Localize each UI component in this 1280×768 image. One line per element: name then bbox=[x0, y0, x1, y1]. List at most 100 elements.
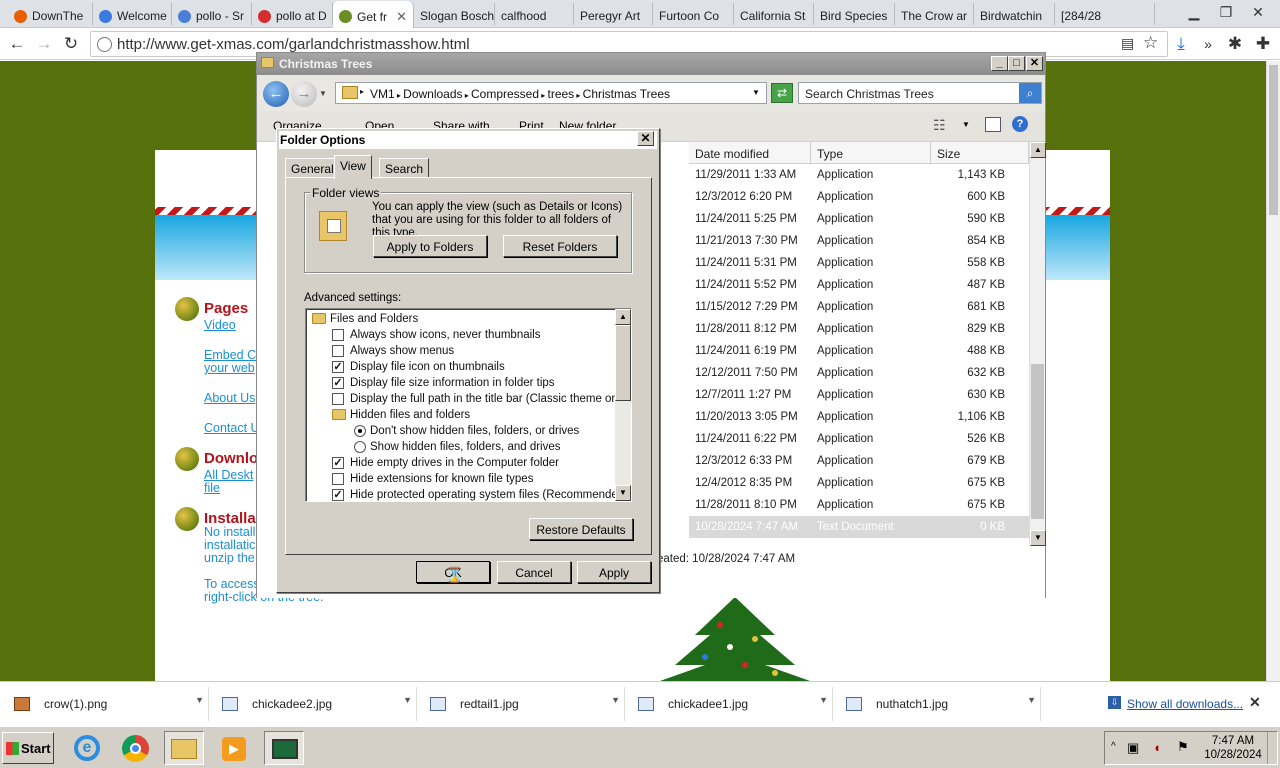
close-tab-icon[interactable]: ✕ bbox=[396, 9, 407, 25]
download-item[interactable]: chickadee1.jpg ▼ bbox=[628, 687, 833, 721]
browser-tab[interactable]: Get fr ✕ bbox=[333, 1, 414, 28]
search-input[interactable]: Search Christmas Trees ⌕ bbox=[798, 82, 1042, 104]
show-all-downloads-link[interactable]: Show all downloads... bbox=[1127, 697, 1243, 711]
file-row[interactable]: 11/24/2011 6:19 PM Application 488 KB bbox=[689, 340, 1029, 362]
forward-arrow-icon[interactable]: → bbox=[291, 81, 317, 107]
browser-tab[interactable]: pollo - Sr bbox=[172, 3, 252, 25]
file-row[interactable]: 11/28/2011 8:10 PM Application 675 KB bbox=[689, 494, 1029, 516]
reload-icon[interactable]: ↻ bbox=[60, 33, 82, 55]
browser-tab[interactable]: pollo at D bbox=[252, 3, 333, 25]
clock-time[interactable]: 7:47 AM bbox=[1205, 735, 1261, 747]
radio-unselected[interactable] bbox=[354, 441, 366, 453]
advanced-settings-scrollbar[interactable]: ▲ ▼ bbox=[615, 309, 631, 501]
about-us-link[interactable]: About Us bbox=[204, 392, 255, 405]
forward-arrow-icon[interactable]: → bbox=[33, 33, 55, 55]
cancel-button[interactable]: Cancel bbox=[497, 561, 571, 583]
search-icon[interactable]: ⌕ bbox=[1019, 83, 1041, 103]
file-row[interactable]: 11/24/2011 6:22 PM Application 526 KB bbox=[689, 428, 1029, 450]
explorer-title-bar[interactable]: Christmas Trees bbox=[257, 53, 1045, 75]
clock-date[interactable]: 10/28/2024 bbox=[1201, 749, 1265, 761]
chevron-down-icon[interactable]: ▼ bbox=[752, 88, 760, 97]
restore-defaults-button[interactable]: Restore Defaults bbox=[529, 518, 633, 540]
christmas-tree-image[interactable] bbox=[635, 595, 835, 681]
media-player-icon[interactable]: ▶ bbox=[214, 731, 254, 765]
settings-checkbox-option[interactable]: Display the full path in the title bar (… bbox=[306, 392, 630, 408]
internet-explorer-icon[interactable]: e bbox=[68, 731, 108, 765]
checkbox-unchecked[interactable] bbox=[332, 473, 344, 485]
file-row[interactable]: 12/4/2012 8:35 PM Application 675 KB bbox=[689, 472, 1029, 494]
download-menu-chevron-icon[interactable]: ▼ bbox=[403, 695, 412, 705]
download-item[interactable]: redtail1.jpg ▼ bbox=[420, 687, 625, 721]
extension-icon[interactable]: ✚ bbox=[1252, 33, 1274, 55]
checkbox-unchecked[interactable] bbox=[332, 329, 344, 341]
browser-tab[interactable]: Peregyr Art bbox=[574, 3, 653, 25]
scroll-up-button[interactable]: ▲ bbox=[1030, 142, 1046, 158]
chevron-right-icon[interactable]: ▸ bbox=[574, 91, 582, 100]
maximize-button[interactable]: □ bbox=[1008, 56, 1025, 71]
minimize-button[interactable]: _ bbox=[991, 56, 1008, 71]
file-row[interactable]: 12/12/2011 7:50 PM Application 632 KB bbox=[689, 362, 1029, 384]
page-scrollbar[interactable] bbox=[1266, 61, 1280, 681]
settings-checkbox-option[interactable]: ✓ Hide protected operating system files (… bbox=[306, 488, 628, 501]
download-item[interactable]: crow(1).png ▼ bbox=[4, 687, 209, 721]
breadcrumb-item[interactable]: Downloads bbox=[403, 87, 462, 101]
download-icon[interactable]: ⤓ bbox=[1170, 33, 1192, 55]
settings-checkbox-option[interactable]: ✓ Hide empty drives in the Computer folde… bbox=[306, 456, 616, 472]
checkbox-unchecked[interactable] bbox=[332, 345, 344, 357]
download-menu-chevron-icon[interactable]: ▼ bbox=[1027, 695, 1036, 705]
back-arrow-icon[interactable]: ← bbox=[6, 33, 28, 55]
file-row[interactable]: 11/24/2011 5:25 PM Application 590 KB bbox=[689, 208, 1029, 230]
chrome-icon[interactable] bbox=[116, 731, 156, 765]
recent-pages-chevron-icon[interactable]: ▼ bbox=[319, 89, 327, 98]
settings-radio-option[interactable]: Don't show hidden files, folders, or dri… bbox=[306, 424, 616, 440]
settings-checkbox-option[interactable]: ✓ Display file icon on thumbnails bbox=[306, 360, 616, 376]
show-hidden-icons-chevron-icon[interactable]: ^ bbox=[1111, 741, 1116, 752]
close-button[interactable]: ✕ bbox=[1026, 56, 1043, 71]
settings-checkbox-option[interactable]: Always show menus bbox=[306, 344, 616, 360]
breadcrumb-item[interactable]: Christmas Trees bbox=[583, 87, 670, 101]
scroll-up-button[interactable]: ▲ bbox=[615, 309, 631, 325]
breadcrumb[interactable]: ▸ VM1 ▸ Downloads ▸ Compressed ▸ trees ▸… bbox=[335, 82, 767, 104]
file-row[interactable]: 11/24/2011 5:31 PM Application 558 KB bbox=[689, 252, 1029, 274]
close-downloads-bar-icon[interactable]: ✕ bbox=[1249, 694, 1261, 711]
extensions-puzzle-icon[interactable]: ✱ bbox=[1224, 33, 1246, 55]
browser-tab[interactable]: DownThe bbox=[8, 3, 93, 25]
dialog-close-button[interactable]: ✕ bbox=[637, 131, 654, 146]
remote-desktop-icon[interactable] bbox=[264, 731, 304, 765]
more-chevron-icon[interactable]: » bbox=[1197, 33, 1219, 55]
checkbox-checked[interactable]: ✓ bbox=[332, 489, 344, 501]
browser-tab[interactable]: calfhood bbox=[495, 3, 574, 25]
refresh-icon[interactable]: ⇄ bbox=[771, 83, 793, 103]
view-options-icon[interactable]: ☷ bbox=[933, 117, 946, 134]
settings-checkbox-option[interactable]: ✓ Display file size information in folder… bbox=[306, 376, 616, 392]
embed-link-line2[interactable]: your web bbox=[204, 362, 255, 375]
column-date-modified[interactable]: Date modified bbox=[689, 142, 811, 164]
file-explorer-icon[interactable] bbox=[164, 731, 204, 765]
file-link[interactable]: file bbox=[204, 482, 220, 495]
bookmark-star-icon[interactable]: ☆ bbox=[1143, 33, 1158, 53]
file-row[interactable]: 11/28/2011 8:12 PM Application 829 KB bbox=[689, 318, 1029, 340]
file-row[interactable]: 12/3/2012 6:33 PM Application 679 KB bbox=[689, 450, 1029, 472]
checkbox-checked[interactable]: ✓ bbox=[332, 377, 344, 389]
chevron-right-icon[interactable]: ▸ bbox=[539, 91, 547, 100]
file-row[interactable]: 11/24/2011 5:52 PM Application 487 KB bbox=[689, 274, 1029, 296]
close-window-button[interactable]: ✕ bbox=[1242, 0, 1274, 26]
download-menu-chevron-icon[interactable]: ▼ bbox=[611, 695, 620, 705]
breadcrumb-item[interactable]: trees bbox=[548, 87, 575, 101]
settings-checkbox-option[interactable]: Hide extensions for known file types bbox=[306, 472, 616, 488]
browser-tab[interactable]: California St bbox=[734, 3, 814, 25]
contact-link[interactable]: Contact U bbox=[204, 422, 260, 435]
column-type[interactable]: Type bbox=[811, 142, 931, 164]
back-arrow-icon[interactable]: ← bbox=[263, 81, 289, 107]
download-item[interactable]: chickadee2.jpg ▼ bbox=[212, 687, 417, 721]
page-info-icon[interactable] bbox=[97, 37, 112, 52]
checkbox-unchecked[interactable] bbox=[332, 393, 344, 405]
chevron-down-icon[interactable]: ▼ bbox=[962, 120, 970, 129]
apply-to-folders-button[interactable]: Apply to Folders bbox=[373, 235, 487, 257]
video-link[interactable]: Video bbox=[204, 319, 236, 332]
browser-tab[interactable]: Welcome bbox=[93, 3, 172, 25]
browser-tab[interactable]: The Crow ar bbox=[895, 3, 974, 25]
preview-pane-icon[interactable] bbox=[985, 117, 1001, 132]
show-desktop-button[interactable] bbox=[1267, 732, 1277, 764]
breadcrumb-item[interactable]: VM1 bbox=[370, 87, 395, 101]
